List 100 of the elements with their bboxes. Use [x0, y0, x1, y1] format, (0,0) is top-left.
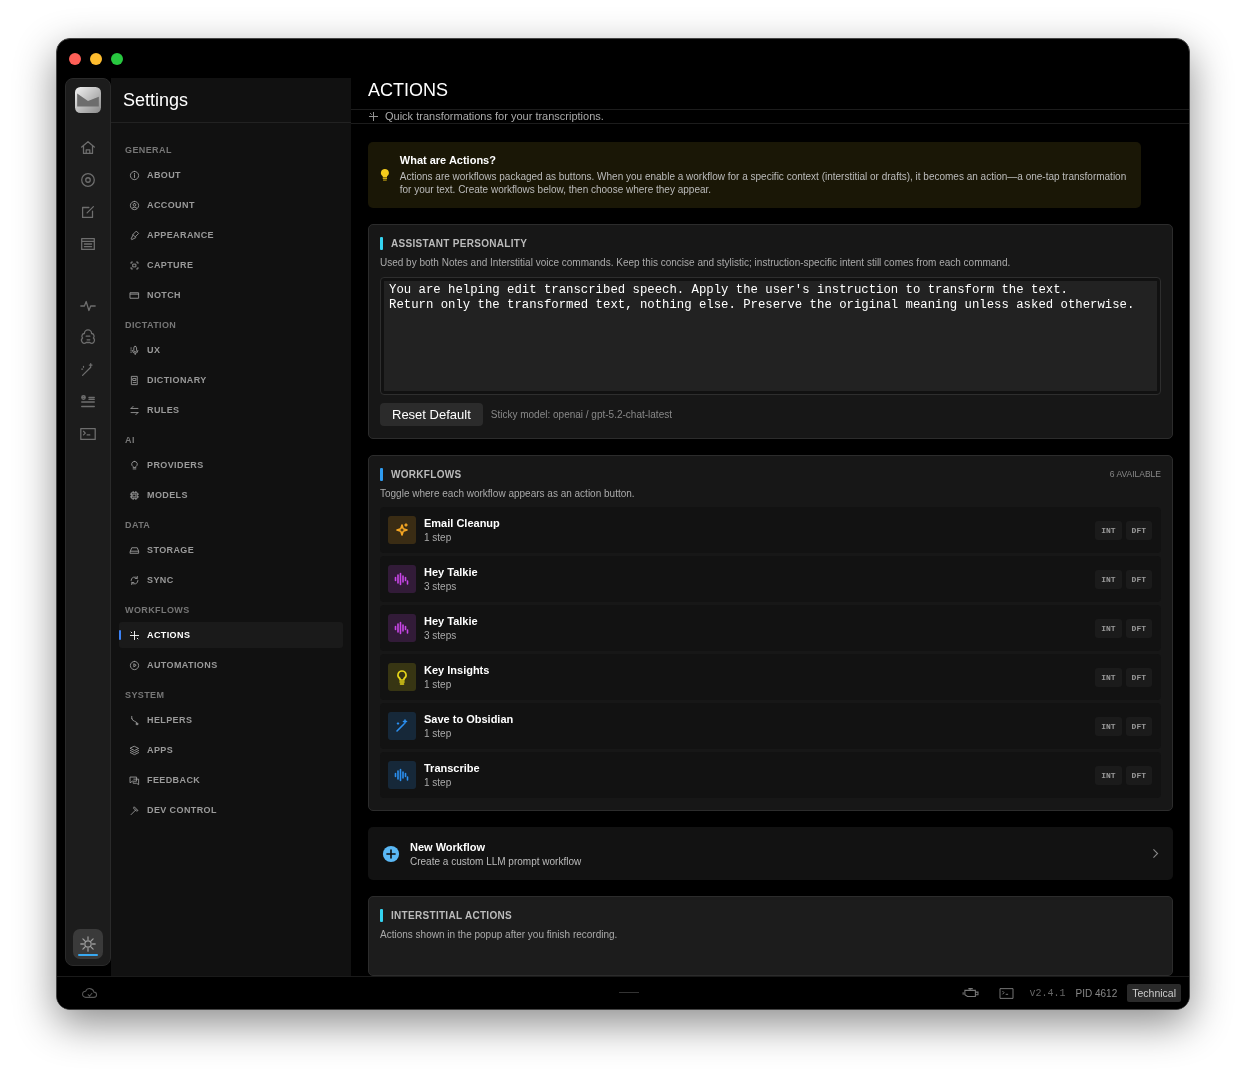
- workflow-row[interactable]: Transcribe 1 step INT DFT: [380, 752, 1161, 798]
- minimize-button[interactable]: [90, 52, 102, 65]
- sidebar-item[interactable]: APPS: [119, 737, 343, 763]
- card-heading: WORKFLOWS: [391, 468, 462, 480]
- sticky-model-text: Sticky model: openai / gpt-5.2-chat-latest: [490, 409, 672, 420]
- book-icon: [129, 374, 140, 386]
- sparkles-icon: [388, 516, 416, 544]
- context-toggle[interactable]: INT: [1095, 569, 1122, 589]
- workflow-row[interactable]: Save to Obsidian 1 step INT DFT: [380, 703, 1161, 749]
- cloud-check-icon: [81, 986, 99, 1000]
- callout-title: What are Actions?: [399, 154, 497, 166]
- context-toggle[interactable]: DFT: [1125, 569, 1152, 589]
- workflow-name: Transcribe: [424, 762, 480, 774]
- workflow-steps: 1 step: [424, 777, 480, 788]
- workflow-name: Save to Obsidian: [424, 713, 514, 725]
- wand-icon: [388, 712, 416, 740]
- info-icon: [129, 169, 140, 181]
- sidebar-item[interactable]: PROVIDERS: [119, 452, 343, 478]
- version-text: v2.4.1: [1029, 987, 1066, 999]
- window-icon: [129, 289, 140, 301]
- new-workflow-button[interactable]: New Workflow Create a custom LLM prompt workflow: [368, 827, 1173, 880]
- context-toggle[interactable]: DFT: [1125, 716, 1152, 736]
- context-toggle[interactable]: DFT: [1125, 765, 1152, 785]
- card-description: Used by both Notes and Interstitial voice commands. Keep this concise and stylistic; instruction-specific intent still comes from each command.: [380, 257, 1012, 268]
- sidebar-item[interactable]: ACTIONS: [119, 622, 343, 648]
- sidebar-item[interactable]: DEV CONTROL: [119, 797, 343, 823]
- close-button[interactable]: [69, 52, 81, 65]
- mode-badge[interactable]: Technical: [1127, 984, 1181, 1002]
- sidebar-item[interactable]: HELPERS: [119, 707, 343, 733]
- card-description: Actions shown in the popup after you finish recording.: [380, 929, 619, 940]
- section-heading: AI: [124, 433, 136, 447]
- brush-icon: [129, 229, 140, 241]
- sidebar-item[interactable]: RULES: [119, 397, 343, 423]
- terminal-icon[interactable]: [998, 986, 1014, 1000]
- sidebar-item[interactable]: SYNC: [119, 567, 343, 593]
- workflow-count: 6 AVAILABLE: [1109, 469, 1161, 479]
- workflow-row[interactable]: Email Cleanup 1 step INT DFT: [380, 507, 1161, 553]
- context-toggle[interactable]: INT: [1095, 520, 1122, 540]
- sidebar-item[interactable]: DICTIONARY: [119, 367, 343, 393]
- sidebar-item[interactable]: FEEDBACK: [119, 767, 343, 793]
- workflow-steps: 3 steps: [424, 630, 478, 641]
- sidebar-item[interactable]: AUTOMATIONS: [119, 652, 343, 678]
- lightbulb-icon: [129, 459, 140, 471]
- section-heading: SYSTEM: [124, 688, 166, 702]
- workflow-name: Hey Talkie: [424, 566, 478, 578]
- context-toggle[interactable]: INT: [1095, 765, 1122, 785]
- account-icon: [129, 199, 140, 211]
- section-heading: GENERAL: [124, 143, 173, 157]
- context-toggle[interactable]: DFT: [1125, 520, 1152, 540]
- waveform-icon: [388, 565, 416, 593]
- play-icon: [129, 659, 140, 671]
- hammer-icon: [129, 804, 140, 816]
- workflow-name: Email Cleanup: [424, 517, 500, 529]
- context-toggle[interactable]: DFT: [1125, 667, 1152, 687]
- zoom-button[interactable]: [111, 52, 123, 65]
- sidebar-item[interactable]: ACCOUNT: [119, 192, 343, 218]
- chip-icon: [129, 489, 140, 501]
- lightbulb-icon: [388, 663, 416, 691]
- sidebar-item[interactable]: NOTCH: [119, 282, 343, 308]
- sidebar-item[interactable]: CAPTURE: [119, 252, 343, 278]
- sidebar-item[interactable]: UX: [119, 337, 343, 363]
- chevron-right-icon: [1152, 848, 1159, 859]
- prompt-field[interactable]: You are helping edit transcribed speech. Apply the user's instruction to transform the text. Return only the transformed text, nothing else. Preserve the original meaning unless asked otherwise.: [380, 277, 1161, 395]
- layers-icon: [129, 744, 140, 756]
- waveform-icon: [388, 614, 416, 642]
- arrows-icon: [129, 404, 140, 416]
- app-logo-icon: [75, 87, 101, 113]
- section-heading: WORKFLOWS: [124, 603, 191, 617]
- waveform-icon: [388, 761, 416, 789]
- workflow-row[interactable]: Hey Talkie 3 steps INT DFT: [380, 605, 1161, 651]
- sidebar-item[interactable]: APPEARANCE: [119, 222, 343, 248]
- workflow-steps: 1 step: [424, 728, 514, 739]
- page-title: ACTIONS: [368, 79, 448, 101]
- section-heading: DICTATION: [124, 318, 178, 332]
- context-toggle[interactable]: INT: [1095, 716, 1122, 736]
- sidebar-item[interactable]: MODELS: [119, 482, 343, 508]
- context-toggle[interactable]: INT: [1095, 618, 1122, 638]
- workflow-steps: 1 step: [424, 532, 500, 543]
- sidebar-item[interactable]: ABOUT: [119, 162, 343, 188]
- workflow-row[interactable]: Hey Talkie 3 steps INT DFT: [380, 556, 1161, 602]
- workflow-name: Key Insights: [424, 664, 490, 676]
- capture-icon: [129, 259, 140, 271]
- workflow-row[interactable]: Key Insights 1 step INT DFT: [380, 654, 1161, 700]
- engine-icon[interactable]: [960, 986, 981, 1000]
- drive-icon: [129, 544, 140, 556]
- sidebar-item[interactable]: STORAGE: [119, 537, 343, 563]
- sidebar-title: Settings: [123, 89, 189, 111]
- context-toggle[interactable]: DFT: [1125, 618, 1152, 638]
- callout-text: Actions are workflows packaged as buttons. When you enable a workflow for a specific context (interstitial or drafts), it becomes an action—a one-tap transformation for your text. Create workflows below, then choose where they appear.: [399, 170, 1127, 196]
- card-description: Toggle where each workflow appears as an action button.: [380, 488, 636, 499]
- microphone-icon: [129, 344, 140, 356]
- pid-text: PID 4612: [1075, 987, 1118, 999]
- chat-icon: [129, 774, 140, 786]
- workflow-name: Hey Talkie: [424, 615, 478, 627]
- settings-icon[interactable]: [73, 929, 103, 959]
- plus-icon: [382, 844, 400, 863]
- reset-default-button[interactable]: Reset Default: [380, 403, 483, 426]
- section-heading: DATA: [124, 518, 152, 532]
- context-toggle[interactable]: INT: [1095, 667, 1122, 687]
- new-workflow-title: New Workflow: [410, 840, 486, 853]
